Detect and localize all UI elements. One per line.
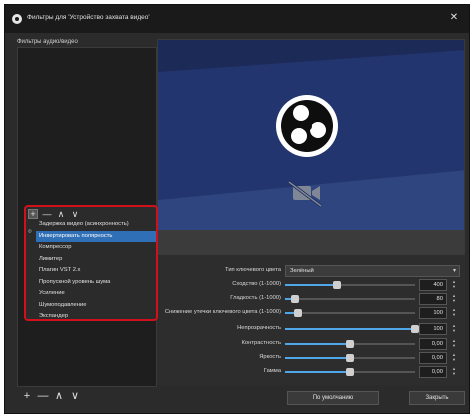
slider-value-field[interactable]: 0,00 [419, 338, 447, 350]
slider-value-field[interactable]: 100 [419, 323, 447, 335]
spin-arrows[interactable]: ▲ ▼ [449, 323, 459, 335]
remove-filter-button[interactable]: — [37, 390, 49, 402]
slider-thumb[interactable] [346, 368, 354, 376]
slider-row: Снижение утечки ключевого цвета (1-1000)… [157, 307, 465, 319]
window-title: Фильтры для 'Устройство захвата видео' [27, 14, 150, 21]
menu-item-expander[interactable]: Экспандер [36, 311, 156, 323]
menu-controls: + — ∧ ∨ [28, 209, 80, 219]
slider-value-field[interactable]: 400 [419, 279, 447, 291]
slider-thumb[interactable] [333, 281, 341, 289]
slider-row: Непрозрачность 100 ▲ ▼ [157, 323, 465, 335]
key-color-type-label: Тип ключевого цвета [225, 267, 281, 273]
video-preview [157, 39, 465, 255]
move-up-button[interactable]: ∧ [56, 209, 66, 219]
filter-settings-panel: Тип ключевого цвета Зелёный ▾ Сходство (… [157, 255, 465, 385]
menu-item-invert-polarity[interactable]: Инвертировать полярность [36, 230, 156, 242]
slider-label: Непрозрачность [237, 325, 281, 331]
menu-item-video-delay[interactable]: Задержка видео (асинхронность) [36, 219, 156, 231]
spin-down-icon[interactable]: ▼ [452, 357, 456, 362]
slider-value-field[interactable]: 0,00 [419, 352, 447, 364]
slider-thumb[interactable] [346, 354, 354, 362]
slider-row: Гладкость (1-1000) 80 ▲ ▼ [157, 293, 465, 305]
remove-filter-button[interactable]: — [42, 209, 52, 219]
menu-item-noise-gate[interactable]: Пропускной уровень шума [36, 277, 156, 289]
slider-thumb[interactable] [346, 340, 354, 348]
defaults-button[interactable]: По умолчанию [287, 391, 379, 405]
menu-item-compressor[interactable]: Компрессор [36, 242, 156, 254]
spin-arrows[interactable]: ▲ ▼ [449, 338, 459, 350]
menu-list: Задержка видео (асинхронность) Инвертиро… [36, 219, 156, 323]
add-filter-button-active[interactable]: + [28, 209, 38, 219]
close-window-button[interactable]: ✕ [447, 11, 461, 25]
preview-image [158, 40, 464, 254]
slider-fill [285, 284, 337, 286]
close-button[interactable]: Закрыть [409, 391, 465, 405]
slider-label: Гамма [263, 368, 281, 374]
slider-fill [285, 371, 350, 373]
add-filter-menu: + — ∧ ∨ Ф Задержка видео (асинхронность)… [24, 205, 158, 321]
slider-row: Контрастность 0,00 ▲ ▼ [157, 338, 465, 350]
spin-arrows[interactable]: ▲ ▼ [449, 293, 459, 305]
slider-label: Яркость [259, 354, 281, 360]
add-filter-button[interactable]: + [21, 390, 33, 402]
key-color-type-value: Зелёный [290, 268, 314, 274]
slider-track[interactable] [285, 281, 415, 289]
slider-fill [285, 343, 350, 345]
slider-row: Гамма 0,00 ▲ ▼ [157, 366, 465, 378]
chevron-down-icon: ▾ [452, 268, 456, 274]
slider-label: Снижение утечки ключевого цвета (1-1000) [164, 309, 281, 315]
slider-row: Сходство (1-1000) 400 ▲ ▼ [157, 279, 465, 291]
move-down-button[interactable]: ∨ [70, 209, 80, 219]
menu-edge-glyph: Ф [28, 229, 32, 235]
title-bar: Фильтры для 'Устройство захвата видео' ✕ [5, 5, 469, 33]
slider-track[interactable] [285, 368, 415, 376]
move-down-button[interactable]: ∨ [69, 390, 81, 402]
filter-list-controls: + — ∧ ∨ [21, 389, 81, 403]
slider-value-field[interactable]: 0,00 [419, 366, 447, 378]
slider-thumb[interactable] [291, 295, 300, 303]
spin-down-icon[interactable]: ▼ [452, 371, 456, 376]
slider-track[interactable] [285, 309, 415, 317]
spin-down-icon[interactable]: ▼ [452, 312, 456, 317]
spin-down-icon[interactable]: ▼ [452, 298, 456, 303]
slider-thumb[interactable] [411, 325, 419, 333]
slider-track[interactable] [285, 340, 415, 348]
obs-app-icon [12, 14, 22, 24]
slider-track[interactable] [285, 325, 419, 333]
menu-item-limiter[interactable]: Лимитер [36, 254, 156, 266]
spin-down-icon[interactable]: ▼ [452, 284, 456, 289]
spin-arrows[interactable]: ▲ ▼ [449, 279, 459, 291]
obs-logo-icon [276, 95, 338, 157]
menu-item-gain[interactable]: Усиление [36, 288, 156, 300]
menu-item-vst-plugin[interactable]: Плагин VST 2.x [36, 265, 156, 277]
slider-track[interactable] [285, 354, 415, 362]
slider-thumb[interactable] [294, 309, 302, 317]
key-color-type-select[interactable]: Зелёный ▾ [285, 265, 460, 277]
slider-track[interactable] [285, 295, 415, 303]
spin-arrows[interactable]: ▲ ▼ [449, 366, 459, 378]
slider-label: Сходство (1-1000) [232, 281, 281, 287]
spin-down-icon[interactable]: ▼ [452, 328, 456, 333]
spin-arrows[interactable]: ▲ ▼ [449, 307, 459, 319]
slider-value-field[interactable]: 80 [419, 293, 447, 305]
slider-label: Контрастность [241, 340, 281, 346]
slider-fill [285, 328, 415, 330]
spin-arrows[interactable]: ▲ ▼ [449, 352, 459, 364]
slider-label: Гладкость (1-1000) [230, 295, 281, 301]
slider-value-field[interactable]: 100 [419, 307, 447, 319]
spin-down-icon[interactable]: ▼ [452, 343, 456, 348]
move-up-button[interactable]: ∧ [53, 390, 65, 402]
slider-fill [285, 357, 350, 359]
filters-panel-label: Фильтры аудио/видео [17, 39, 78, 45]
slider-row: Яркость 0,00 ▲ ▼ [157, 352, 465, 364]
filters-window: Фильтры для 'Устройство захвата видео' ✕… [4, 4, 470, 414]
key-color-type-row: Тип ключевого цвета Зелёный ▾ [157, 265, 465, 277]
menu-item-noise-suppression[interactable]: Шумоподавление [36, 300, 156, 312]
